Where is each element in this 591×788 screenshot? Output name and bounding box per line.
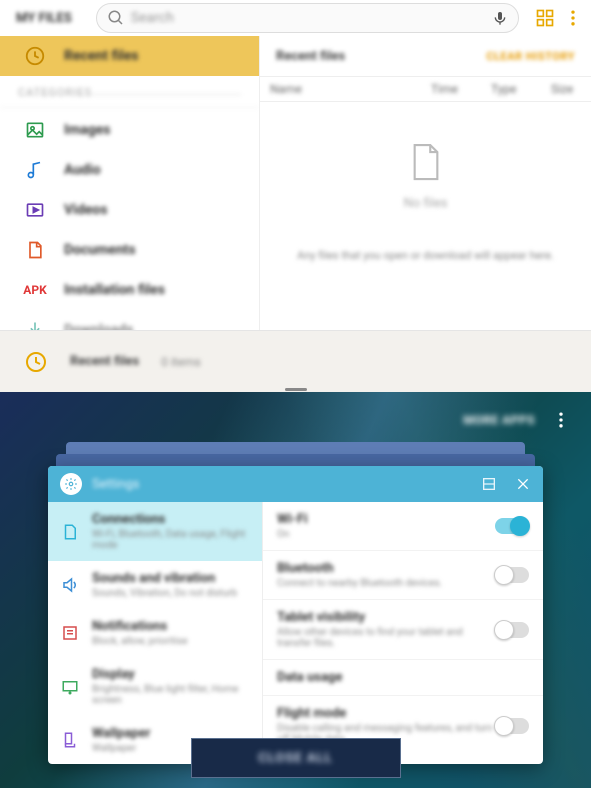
- table-header: Name Time Type Size: [260, 76, 591, 102]
- sidebar-item-label: Recent files: [64, 48, 138, 64]
- toggle-visibility[interactable]: [495, 622, 529, 638]
- settings-row-visibility[interactable]: Tablet visibility Allow other devices to …: [263, 600, 543, 660]
- col-type[interactable]: Type: [481, 82, 541, 96]
- sidebar-item-label: Downloads: [64, 322, 133, 330]
- content-pane: Recent files CLEAR HISTORY Name Time Typ…: [260, 36, 591, 330]
- sidebar-item-apk[interactable]: APK Installation files: [0, 270, 259, 310]
- notifications-icon: [61, 624, 79, 642]
- settings-row-label: Flight mode: [277, 706, 495, 721]
- sidebar: Recent files CATEGORIES Images Audio Vid…: [0, 36, 260, 330]
- settings-row-label: Tablet visibility: [277, 610, 495, 625]
- sidebar-item-recent[interactable]: Recent files: [0, 36, 259, 76]
- settings-row-sub: Allow other devices to find your tablet …: [277, 627, 495, 649]
- settings-cat-label: Sounds and vibration: [92, 571, 250, 586]
- toggle-bluetooth[interactable]: [495, 567, 529, 583]
- clear-history-button[interactable]: CLEAR HISTORY: [486, 50, 575, 63]
- more-icon[interactable]: [551, 410, 571, 430]
- wallpaper-icon: [61, 731, 79, 749]
- sidebar-item-downloads[interactable]: Downloads: [0, 310, 259, 330]
- sidebar-item-label: Installation files: [64, 282, 165, 298]
- settings-detail: Wi-Fi On Bluetooth Connect to nearby Bluet…: [263, 502, 543, 764]
- settings-categories: Connections Wi-Fi, Bluetooth, Data usage,…: [48, 502, 263, 764]
- sidebar-item-label: Documents: [64, 242, 136, 258]
- col-time[interactable]: Time: [421, 82, 481, 96]
- search-field[interactable]: Search: [96, 3, 519, 33]
- search-placeholder: Search: [125, 10, 508, 26]
- app-title: MY FILES: [8, 11, 80, 26]
- sidebar-item-label: Images: [64, 122, 110, 138]
- close-icon[interactable]: [515, 476, 531, 492]
- sidebar-item-images[interactable]: Images: [0, 110, 259, 150]
- toggle-flightmode[interactable]: [495, 718, 529, 734]
- empty-subtitle: Any files that you open or download will…: [297, 249, 554, 262]
- secondary-bar[interactable]: Recent files 0 items: [0, 330, 591, 392]
- video-icon: [25, 200, 45, 220]
- image-icon: [25, 120, 45, 140]
- settings-cat-notifications[interactable]: Notifications Block, allow, prioritise: [48, 609, 262, 657]
- file-icon: [409, 142, 443, 182]
- music-icon: [25, 160, 45, 180]
- settings-row-sub: Connect to nearby Bluetooth devices.: [277, 578, 495, 589]
- sidebar-item-videos[interactable]: Videos: [0, 190, 259, 230]
- overview-screen: MORE APPS Settings Connections Wi-Fi, Blu…: [0, 392, 591, 788]
- settings-row-datausage[interactable]: Data usage: [263, 660, 543, 696]
- toggle-wifi[interactable]: [495, 518, 529, 534]
- categories-header: CATEGORIES: [0, 76, 259, 108]
- settings-row-label: Bluetooth: [277, 561, 495, 576]
- settings-row-wifi[interactable]: Wi-Fi On: [263, 502, 543, 551]
- card-title: Settings: [92, 477, 471, 492]
- apk-icon: APK: [24, 283, 46, 297]
- display-icon: [61, 678, 79, 696]
- recent-card-settings[interactable]: Settings Connections Wi-Fi, Bluetooth, Da…: [48, 466, 543, 764]
- connections-icon: [61, 523, 79, 541]
- clock-icon: [24, 45, 46, 67]
- settings-row-sub: On: [277, 529, 495, 540]
- col-size[interactable]: Size: [541, 82, 591, 96]
- settings-cat-sounds[interactable]: Sounds and vibration Sounds, Vibration, D…: [48, 561, 262, 609]
- mic-icon[interactable]: [492, 10, 508, 26]
- drag-handle[interactable]: [285, 388, 307, 391]
- view-grid-icon[interactable]: [535, 8, 555, 28]
- settings-cat-connections[interactable]: Connections Wi-Fi, Bluetooth, Data usage,…: [48, 502, 262, 561]
- settings-row-label: Wi-Fi: [277, 512, 495, 527]
- sound-icon: [61, 576, 79, 594]
- settings-cat-label: Notifications: [92, 619, 250, 634]
- sidebar-item-label: Audio: [64, 162, 101, 178]
- search-icon: [107, 9, 125, 27]
- settings-cat-sub: Sounds, Vibration, Do not disturb: [92, 588, 250, 599]
- empty-state: No files Any files that you open or down…: [260, 102, 591, 262]
- settings-cat-sub: Wi-Fi, Bluetooth, Data usage, Flight mod…: [92, 529, 250, 551]
- sidebar-item-documents[interactable]: Documents: [0, 230, 259, 270]
- settings-cat-sub: Block, allow, prioritise: [92, 636, 250, 647]
- settings-cat-label: Connections: [92, 512, 250, 527]
- secondary-count: 0 items: [161, 355, 201, 369]
- settings-cat-label: Display: [92, 667, 250, 682]
- content-title: Recent files: [276, 49, 345, 64]
- close-all-label: CLOSE ALL: [258, 751, 332, 766]
- settings-app-icon: [60, 473, 82, 495]
- empty-title: No files: [404, 196, 448, 211]
- settings-row-label: Data usage: [277, 670, 529, 685]
- multiwindow-icon[interactable]: [481, 476, 497, 492]
- secondary-title: Recent files: [70, 354, 139, 369]
- settings-cat-display[interactable]: Display Brightness, Blue light filter, Ho…: [48, 657, 262, 716]
- close-all-button[interactable]: CLOSE ALL: [191, 738, 401, 778]
- document-icon: [25, 240, 45, 260]
- download-icon: [25, 320, 45, 330]
- clock-icon: [24, 350, 48, 374]
- settings-cat-sub: Brightness, Blue light filter, Home scre…: [92, 684, 250, 706]
- sidebar-item-audio[interactable]: Audio: [0, 150, 259, 190]
- col-name[interactable]: Name: [260, 82, 421, 96]
- settings-row-bluetooth[interactable]: Bluetooth Connect to nearby Bluetooth dev…: [263, 551, 543, 600]
- sidebar-item-label: Videos: [64, 202, 107, 218]
- more-apps-button[interactable]: MORE APPS: [463, 413, 535, 427]
- more-icon[interactable]: [563, 8, 583, 28]
